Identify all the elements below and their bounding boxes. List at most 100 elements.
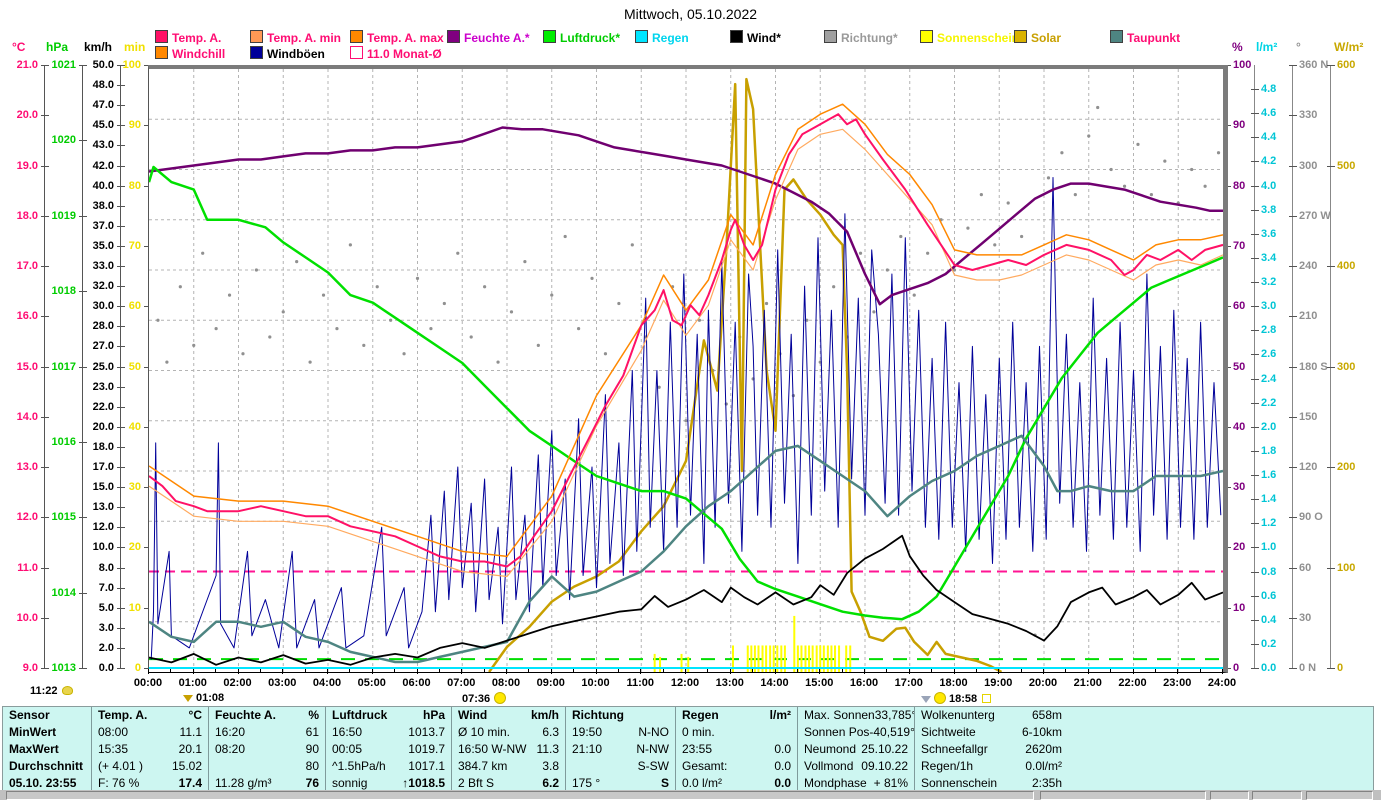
time-label: 19:00 [984, 677, 1013, 689]
series-richtung-dot [1203, 184, 1207, 188]
table-col-feuchte: Feuchte A.% 16:20 61 08:20 90 80 11.28 g/m³ 76 [208, 707, 325, 790]
series-richtung-dot [509, 310, 514, 314]
axis-label-pct: 40 [1233, 421, 1246, 433]
legend-item-wind: Wind* [730, 30, 781, 45]
series-richtung-dot [872, 310, 876, 314]
series-sonnenschein-bar [653, 653, 656, 672]
axis-tick-kmh [117, 467, 125, 468]
table-row-label-text: MinWert [9, 725, 57, 739]
axis-tick-lm2 [1251, 427, 1259, 428]
cell-value: 20.1 [178, 742, 202, 756]
axis-label-lm2: 0.8 [1261, 566, 1277, 578]
axis-tick-degC [41, 115, 49, 116]
series-richtung-dot [899, 234, 903, 239]
series-richtung-dot [348, 243, 352, 247]
axis-label-min: 40 [128, 421, 141, 433]
axis-tick-lm2 [1251, 89, 1259, 90]
series-richtung-dot [550, 293, 554, 297]
axis-label-wm2: 600 [1337, 59, 1356, 71]
axis-label-lm2: 1.6 [1261, 469, 1277, 481]
table-cell-astro: Neumond 25.10.22 [798, 741, 914, 758]
table-row-label: MaxWert [3, 741, 91, 758]
axis-label-lm2: 4.6 [1261, 107, 1277, 119]
series-richtung-dot [1020, 234, 1024, 239]
status-bar-panel [1210, 791, 1249, 800]
axis-tick-deg [1289, 367, 1297, 368]
axis-header-min: min [124, 40, 146, 54]
series-richtung-dot [563, 234, 567, 239]
cell-mid [510, 724, 526, 741]
series-richtung-dot [1149, 193, 1153, 197]
status-bar [0, 790, 1381, 800]
axis-tick-kmh [117, 286, 125, 287]
series-richtung-dot [1136, 142, 1140, 146]
table-cell-luftdruck: 00:05 1019.7 [326, 741, 451, 758]
sunset-time: 18:58 [949, 693, 978, 705]
axis-tick-wm2 [1327, 367, 1335, 368]
axis-tick-degC [41, 467, 49, 468]
time-label: 09:00 [536, 677, 565, 689]
cell-value: 6-10km [1021, 725, 1062, 739]
axis-label-lm2: 3.4 [1261, 252, 1277, 264]
axis-tick-kmh [117, 568, 125, 569]
time-tick [796, 669, 798, 672]
axis-tick-kmh [117, 588, 125, 589]
axis-tick-wm2 [1327, 467, 1335, 468]
moonrise-moon-icon [61, 686, 73, 695]
time-tick [662, 669, 664, 672]
axis-label-kmh: 3.0 [98, 622, 114, 634]
cell-label: Sichtweite [921, 725, 976, 739]
time-tick [886, 669, 888, 672]
axis-header-lm2: l/m² [1256, 40, 1278, 54]
moonrise-time: 11:22 [30, 685, 58, 697]
axis-tick-lm2 [1251, 137, 1259, 138]
axis-label-min: 90 [128, 119, 141, 131]
series-richtung-dot [214, 327, 218, 331]
axis-tick-deg [1289, 467, 1297, 468]
table-cell-temp: 15:35 20.1 [92, 741, 208, 758]
cell-left: (+ 4.01 ) [98, 759, 144, 773]
series-richtung-dot [630, 243, 634, 247]
cell-left: Ø 10 min. [458, 725, 511, 739]
cell-left: ^1.5hPa/h [332, 759, 386, 773]
time-tick [282, 669, 284, 674]
time-tick [170, 669, 172, 672]
axis-label-lm2: 4.0 [1261, 180, 1277, 192]
moonset-time: 01:08 [196, 692, 225, 704]
table-header-unit: km/h [530, 708, 559, 722]
axis-label-min: 70 [128, 240, 141, 252]
cell-value: 1013.7 [408, 725, 445, 739]
table-header-unit: % [308, 708, 319, 722]
axis-label-kmh: 7.0 [98, 582, 114, 594]
series-richtung-dot [993, 243, 997, 247]
time-tick [1087, 669, 1089, 674]
table-col-luftdruck: Luftdruck hPa 16:50 1013.7 00:05 1019.7 ^1.5hP… [325, 707, 451, 790]
axis-header-kmh: km/h [84, 40, 113, 54]
series-richtung-dot [1216, 151, 1221, 155]
series-richtung-dot [241, 352, 245, 356]
axis-tick-kmh [117, 145, 125, 146]
legend-swatch-feuchte-a-icon [447, 30, 460, 43]
cell-value: N-NO [638, 725, 669, 739]
axis-tick-lm2 [1251, 475, 1259, 476]
legend-swatch-sonnenschein-icon [920, 30, 933, 43]
table-cell-luftdruck: 16:50 1013.7 [326, 724, 451, 741]
axis-tick-kmh [117, 326, 125, 327]
table-cell-astro: Sonnen Pos -40,519° [798, 724, 914, 741]
axis-label-kmh: 48.0 [92, 79, 114, 91]
cell-value: 0.0l/m² [1025, 759, 1062, 773]
cell-value: 2620m [1025, 742, 1062, 756]
table-cell-regen: Gesamt: 0.0 [676, 758, 797, 775]
series-richtung-dot [1109, 167, 1113, 172]
time-tick [931, 669, 933, 672]
legend-label-taupunkt: Taupunkt [1127, 31, 1181, 45]
series-richtung-dot [1190, 167, 1194, 172]
table-row-label-text: Sensor [9, 708, 50, 722]
series-richtung-dot [375, 285, 379, 289]
legend-item-solar: Solar [1014, 30, 1061, 45]
legend-label-monat-avg: 11.0 Monat-Ø [367, 47, 442, 61]
axis-label-min: 60 [128, 300, 141, 312]
series-sonnenschein-bar [659, 656, 662, 672]
table-header-unit: l/m² [769, 708, 791, 722]
cell-value: 0.0 [774, 742, 791, 756]
